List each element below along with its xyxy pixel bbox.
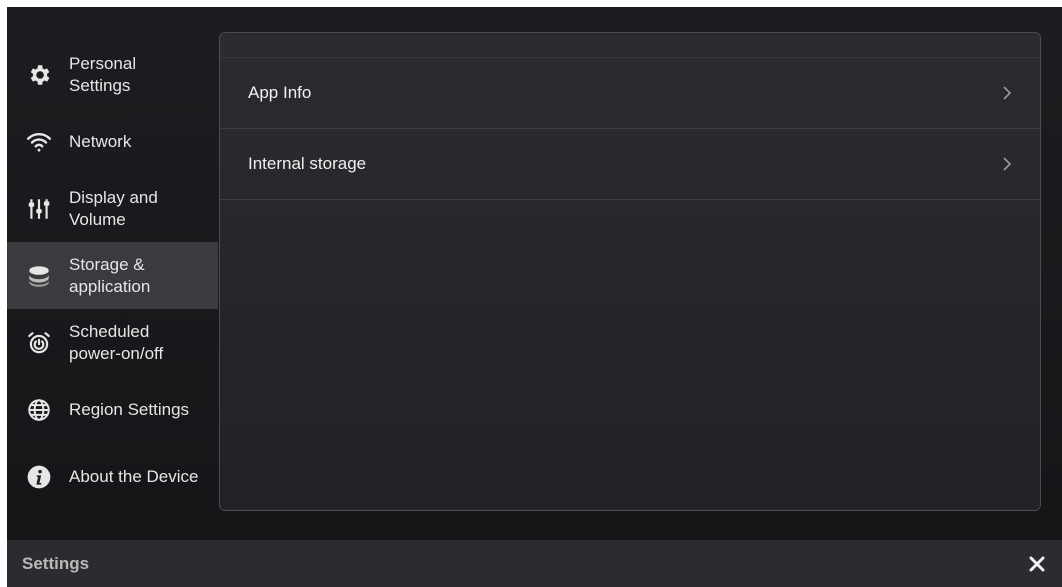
sidebar-item-network[interactable]: Network xyxy=(7,108,218,175)
sidebar-item-storage-application[interactable]: Storage & application xyxy=(7,242,218,309)
info-icon xyxy=(25,463,53,491)
sidebar-item-label: Personal Settings xyxy=(69,53,137,95)
sidebar-item-label: Display and Volume xyxy=(69,187,158,229)
sidebar-item-personal-settings[interactable]: Personal Settings xyxy=(7,41,218,108)
sidebar-item-label: Network xyxy=(69,131,132,151)
row-label: App Info xyxy=(248,83,312,102)
sidebar: Personal Settings Network Display and Vo… xyxy=(7,41,218,510)
sidebar-item-about-device[interactable]: About the Device xyxy=(7,443,218,510)
chevron-right-icon xyxy=(1000,156,1014,172)
wifi-icon xyxy=(25,128,53,156)
sidebar-item-region-settings[interactable]: Region Settings xyxy=(7,376,218,443)
app-info-row[interactable]: App Info xyxy=(220,58,1040,129)
alarm-clock-icon xyxy=(25,329,53,357)
sidebar-item-scheduled-power[interactable]: Scheduled power-on/off xyxy=(7,309,218,376)
close-icon[interactable] xyxy=(1026,553,1048,575)
content-panel: App Info Internal storage xyxy=(219,32,1041,511)
page-title: Settings xyxy=(22,553,90,573)
row-label: Internal storage xyxy=(248,154,367,173)
sliders-icon xyxy=(25,195,53,223)
bottom-bar: Settings xyxy=(7,540,1062,587)
internal-storage-row[interactable]: Internal storage xyxy=(220,129,1040,200)
panel-header-strip xyxy=(220,33,1040,58)
globe-icon xyxy=(25,396,53,424)
sidebar-item-label: Storage & application xyxy=(69,254,151,296)
settings-window: Personal Settings Network Display and Vo… xyxy=(7,7,1062,587)
sidebar-item-display-volume[interactable]: Display and Volume xyxy=(7,175,218,242)
sidebar-item-label: Region Settings xyxy=(69,399,190,419)
gear-icon xyxy=(25,61,53,89)
storage-icon xyxy=(25,262,53,290)
sidebar-item-label: About the Device xyxy=(69,466,199,486)
sidebar-item-label: Scheduled power-on/off xyxy=(69,321,164,363)
chevron-right-icon xyxy=(1000,85,1014,101)
